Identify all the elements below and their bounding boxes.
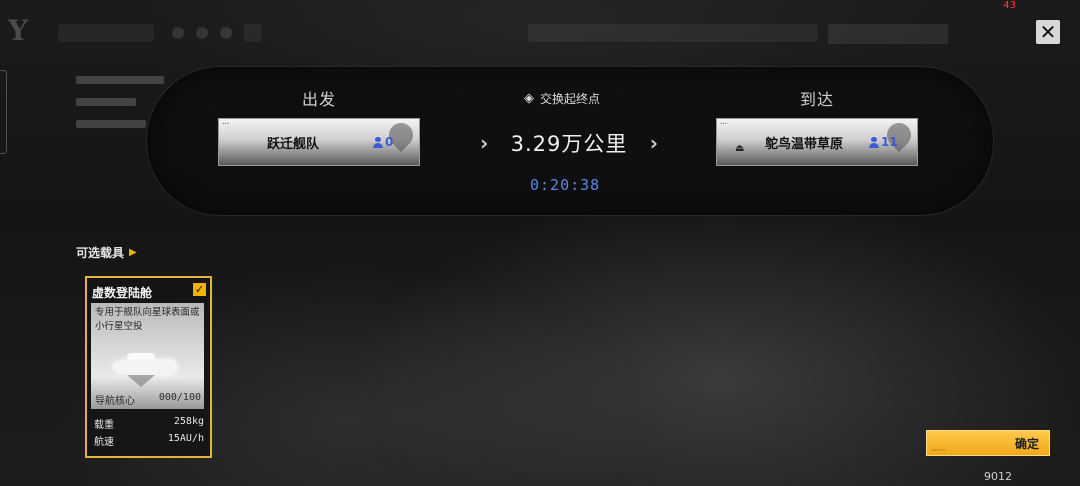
- load-value: 258kg: [173, 416, 204, 427]
- origin-name: 跃迁舰队: [267, 137, 320, 152]
- hud-icon: [220, 27, 232, 39]
- button-tag: ••••••••: [931, 448, 947, 452]
- top-hud: Y: [0, 0, 1080, 52]
- vehicle-section-label: 可选载具: [76, 246, 125, 260]
- hud-icon: [244, 24, 262, 42]
- card-tag: •••: [222, 121, 230, 126]
- person-icon: [869, 136, 879, 148]
- checkbox-checked-icon[interactable]: ✓: [193, 283, 206, 296]
- hud-dropdown: [58, 24, 154, 42]
- hud-button: [828, 24, 948, 44]
- planet-icon: ⏏: [735, 143, 745, 154]
- chevron-right-icon: ›: [649, 131, 658, 155]
- swap-icon: ◈: [524, 91, 534, 106]
- speed-row: 航速 15AU/h: [94, 433, 204, 448]
- swap-button[interactable]: ◈ 交换起终点: [524, 90, 600, 107]
- vehicle-image: 专用于舰队向星球表面或小行星空投 导航核心 000/100: [91, 303, 204, 409]
- speed-label: 航速: [94, 437, 114, 448]
- load-row: 载重 258kg: [94, 416, 204, 431]
- departure-label: 出发: [302, 90, 337, 109]
- close-icon: ✕: [1039, 20, 1057, 44]
- person-icon: [373, 136, 383, 148]
- vehicle-name: 虚数登陆舱: [92, 286, 153, 300]
- lander-icon: [113, 359, 177, 375]
- player-uid: 9012: [984, 470, 1012, 483]
- nav-core-label: 导航核心: [95, 396, 135, 407]
- vehicle-description: 专用于舰队向星球表面或小行星空投: [95, 307, 200, 332]
- chevron-right-icon: ›: [480, 131, 489, 155]
- nav-core-row: 导航核心 000/100: [95, 392, 201, 407]
- hud-icon: [196, 27, 208, 39]
- fps-counter: 43: [1003, 0, 1016, 11]
- origin-card[interactable]: ••• 跃迁舰队 0: [218, 118, 420, 166]
- game-logo: Y: [8, 14, 28, 47]
- confirm-button[interactable]: •••••••• 确定: [926, 430, 1050, 456]
- eta-timer: 0:20:38: [530, 176, 601, 194]
- vehicle-card[interactable]: 虚数登陆舱 ✓ 专用于舰队向星球表面或小行星空投 导航核心 000/100 载重…: [85, 276, 212, 458]
- swap-label: 交换起终点: [540, 92, 601, 106]
- hud-icon: [172, 27, 184, 39]
- destination-name: 鸵鸟温带草原: [765, 137, 844, 152]
- vehicle-section-title: 可选载具 ▶: [76, 244, 137, 261]
- destination-population-count: 11: [881, 135, 898, 149]
- destination-card[interactable]: ••• ⏏ 鸵鸟温带草原 11: [716, 118, 918, 166]
- destination-population: 11: [869, 135, 898, 149]
- origin-population: 0: [373, 135, 393, 149]
- triangle-right-icon: ▶: [129, 247, 137, 258]
- lander-legs-icon: [127, 375, 155, 387]
- origin-population-count: 0: [385, 135, 394, 149]
- hud-status-bar: [528, 24, 818, 42]
- nav-core-value: 000/100: [158, 392, 201, 403]
- arrival-label: 到达: [800, 90, 835, 109]
- distance-readout: › 3.29万公里 ›: [480, 128, 658, 158]
- load-label: 载重: [94, 420, 114, 431]
- close-button[interactable]: ✕: [1036, 20, 1060, 44]
- distance-value: 3.29万公里: [510, 132, 628, 156]
- travel-screen: Y 43 ✕ 出发 到达 ••• 跃迁舰队 0 ◈ 交换起终点 › 3.29万公…: [0, 0, 1080, 486]
- confirm-label: 确定: [1014, 436, 1039, 451]
- speed-value: 15AU/h: [167, 433, 204, 444]
- card-tag: •••: [720, 121, 728, 126]
- side-drawer-handle[interactable]: [0, 70, 7, 154]
